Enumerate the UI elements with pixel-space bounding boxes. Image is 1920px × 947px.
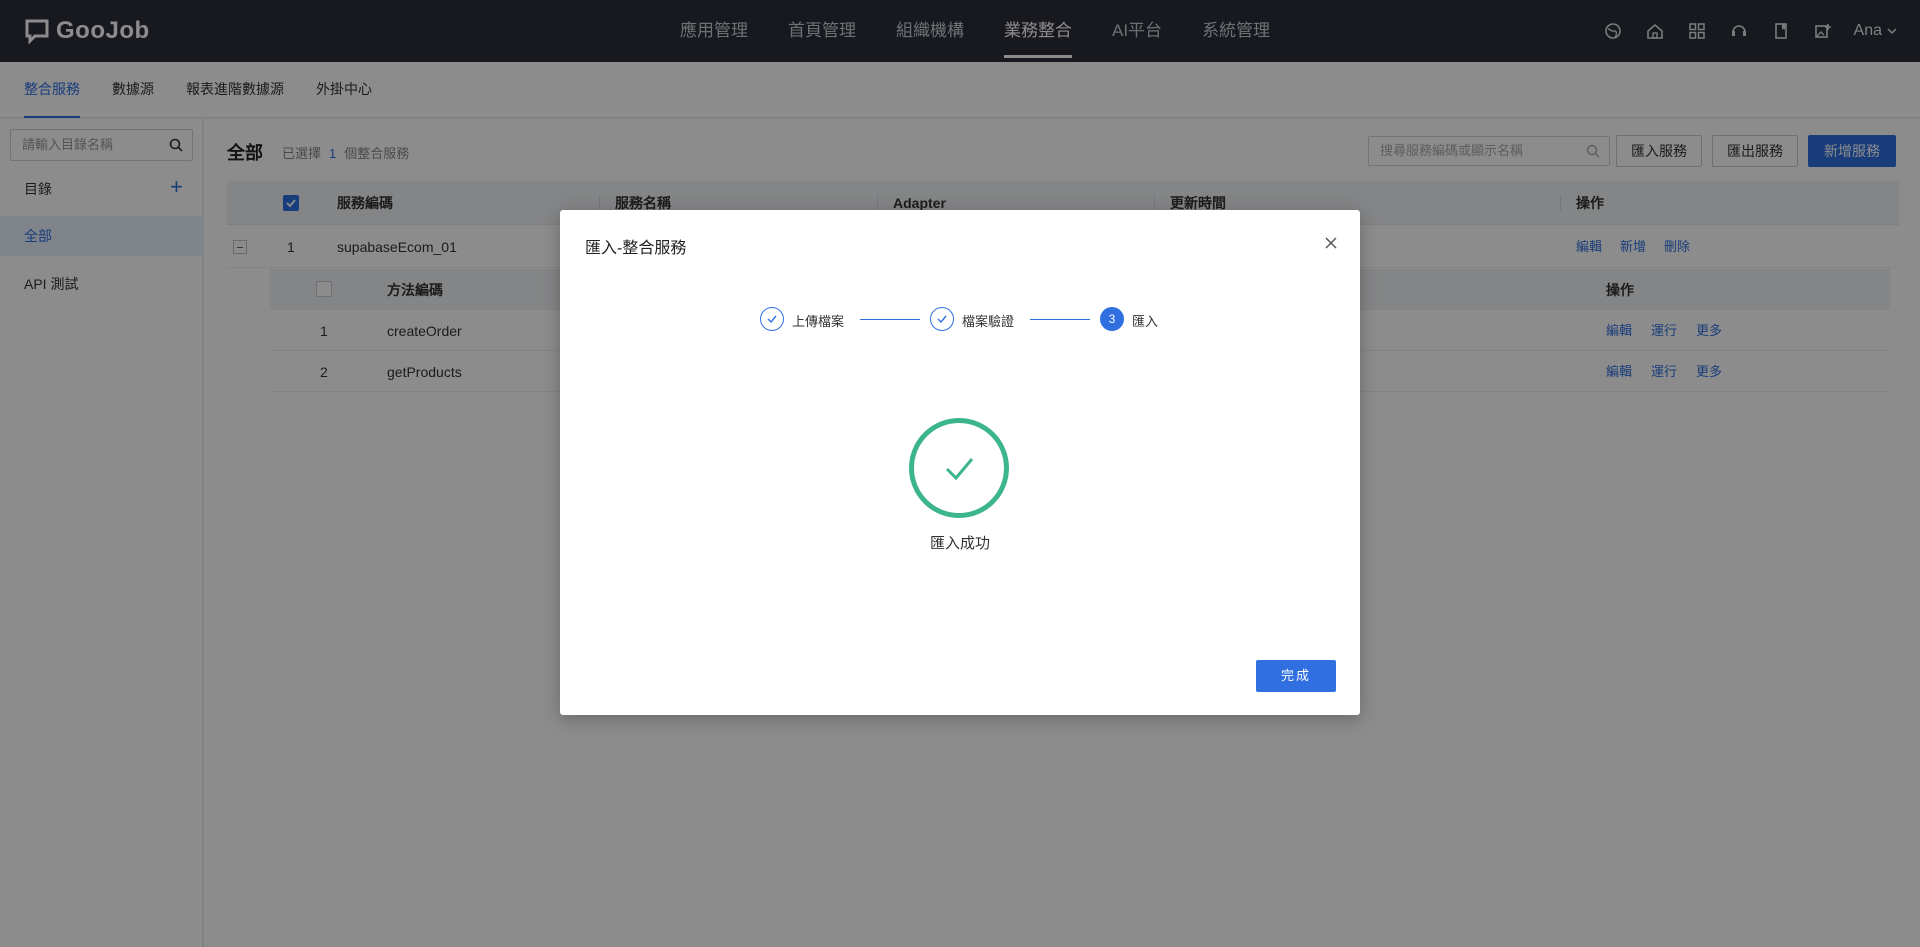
import-dialog: 匯入-整合服務 上傳檔案 檔案驗證 3 匯入 匯入成功 完成 <box>560 210 1360 715</box>
step-2-check-icon <box>930 307 954 331</box>
step-3-label: 匯入 <box>1132 314 1159 329</box>
step-2-label: 檔案驗證 <box>962 314 1015 329</box>
done-button[interactable]: 完成 <box>1256 660 1336 692</box>
dialog-title: 匯入-整合服務 <box>585 240 687 257</box>
step-connector <box>860 319 920 320</box>
step-1-label: 上傳檔案 <box>792 314 845 329</box>
step-3-number: 3 <box>1100 307 1124 331</box>
close-icon[interactable] <box>1324 236 1338 250</box>
step-connector <box>1030 319 1090 320</box>
success-message: 匯入成功 <box>929 535 990 552</box>
import-steps: 上傳檔案 檔案驗證 3 匯入 <box>760 305 1170 333</box>
success-icon <box>909 418 1009 518</box>
step-1-check-icon <box>760 307 784 331</box>
